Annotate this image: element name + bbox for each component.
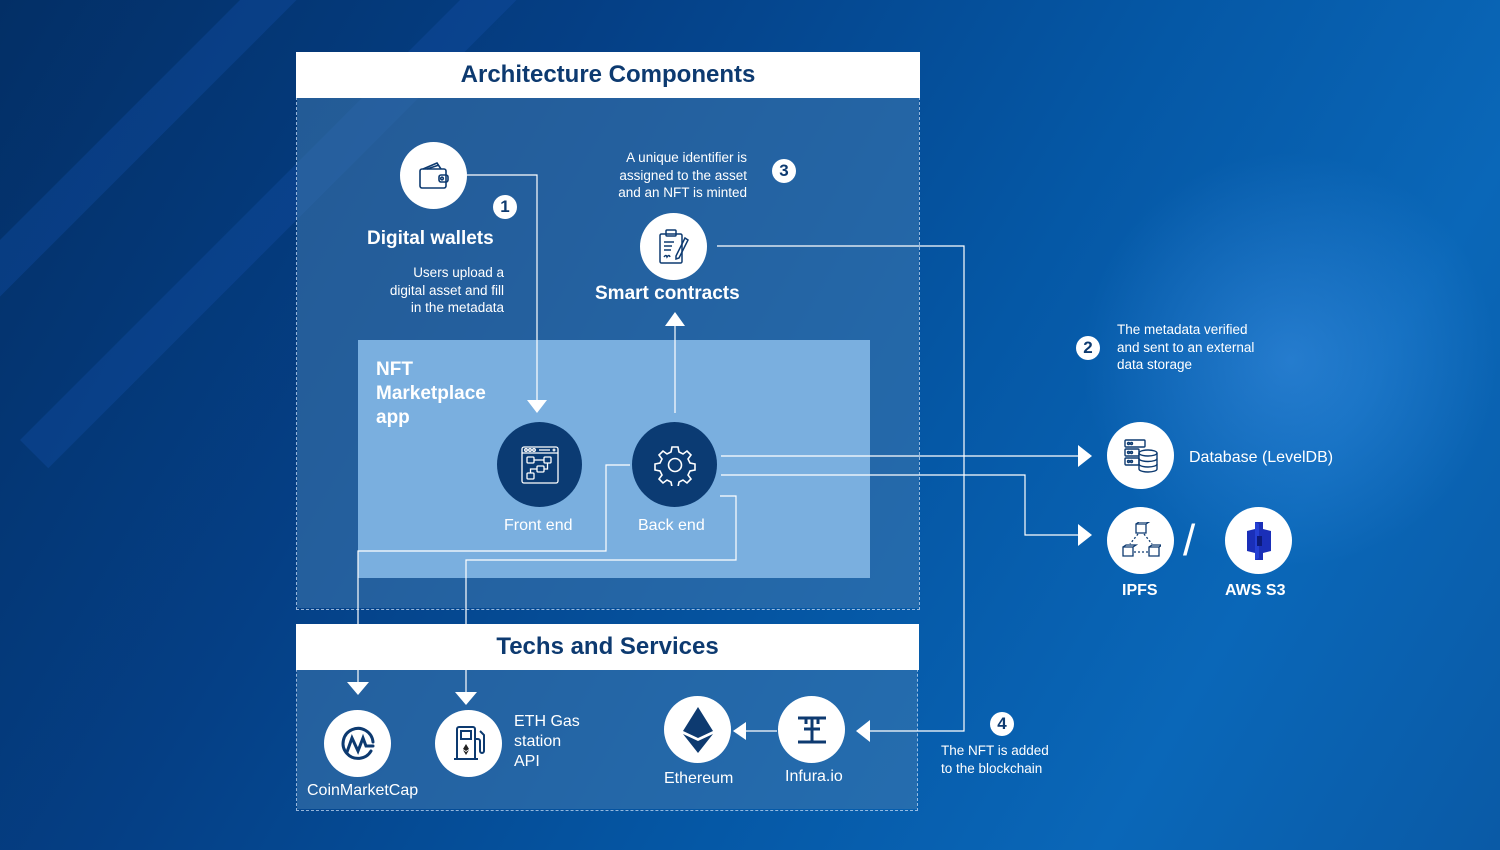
contract-clipboard-icon (658, 228, 689, 264)
description-line: to the blockchain (941, 760, 1043, 776)
description-line: The NFT is added (941, 743, 1049, 758)
database-node[interactable] (1107, 422, 1174, 489)
digital-wallets-node[interactable] (400, 142, 467, 209)
description-line: data storage (1117, 357, 1193, 372)
digital-wallets-label: Digital wallets (367, 228, 494, 249)
description-line: and an NFT is minted (618, 185, 747, 200)
infura-logo-icon (797, 716, 826, 743)
frontend-window-icon (520, 445, 559, 484)
step-2-description: The metadata verified and sent to an ext… (1117, 321, 1254, 374)
arrow-ipfs (1078, 524, 1092, 546)
step-number: 1 (500, 197, 510, 216)
step-number: 4 (997, 714, 1007, 733)
front-end-label: Front end (504, 517, 573, 534)
label-line: ETH Gas (514, 713, 580, 730)
gear-icon (653, 445, 696, 486)
description-line: Users upload a (413, 265, 504, 280)
connector-backend-coinmarketcap (357, 464, 630, 682)
step-number: 2 (1083, 338, 1093, 357)
eth-gas-station-label: ETH Gas station API (514, 712, 580, 772)
eth-gas-station-node[interactable] (435, 710, 502, 777)
step-4-badge: 4 (990, 712, 1014, 736)
description-line: A unique identifier is (626, 150, 747, 165)
arrow-contracts (665, 312, 685, 326)
smart-contracts-label: Smart contracts (595, 283, 740, 304)
aws-s3-bucket-icon (1246, 521, 1271, 560)
ipfs-node[interactable] (1107, 507, 1174, 574)
ethereum-logo-icon (682, 706, 713, 753)
description-line: assigned to the asset (619, 167, 747, 183)
step-4-description: The NFT is added to the blockchain (941, 742, 1049, 777)
arrow-frontend (527, 400, 547, 413)
arrow-ethereum (733, 722, 746, 740)
database-server-icon (1123, 438, 1158, 473)
coinmarketcap-node[interactable] (324, 710, 391, 777)
smart-contracts-node[interactable] (640, 213, 707, 280)
arrow-database (1078, 445, 1092, 467)
back-end-label: Back end (638, 517, 705, 534)
storage-separator: / (1183, 516, 1196, 565)
connector-contracts-infura (717, 245, 965, 732)
step-1-description: Users upload a digital asset and fill in… (354, 264, 504, 317)
gas-pump-icon (453, 725, 485, 760)
description-line: in the metadata (410, 300, 504, 315)
description-line: The metadata verified (1117, 322, 1248, 337)
arrow-ethgas (455, 692, 477, 705)
description-line: and sent to an external (1117, 339, 1255, 355)
wallet-icon (418, 161, 449, 189)
step-2-badge: 2 (1076, 336, 1100, 360)
step-number: 3 (779, 161, 789, 180)
connector-lines (347, 174, 1092, 742)
ipfs-label: IPFS (1122, 582, 1158, 599)
description-line: digital asset and fill (389, 282, 504, 298)
coinmarketcap-logo-icon (341, 726, 374, 760)
infura-label: Infura.io (785, 768, 843, 785)
arrow-coinmarketcap (347, 682, 369, 695)
back-end-node[interactable] (632, 422, 717, 507)
label-line: station (514, 733, 562, 750)
step-1-badge: 1 (493, 195, 517, 219)
aws-s3-node[interactable] (1225, 507, 1292, 574)
connector-backend-ipfs (721, 474, 1078, 536)
arrow-infura (856, 720, 870, 742)
infura-node[interactable] (778, 696, 845, 763)
coinmarketcap-label: CoinMarketCap (307, 782, 419, 799)
aws-s3-label: AWS S3 (1225, 582, 1286, 599)
database-label: Database (LevelDB) (1189, 449, 1334, 466)
ethereum-node[interactable] (664, 696, 731, 763)
step-3-description: A unique identifier is assigned to the a… (577, 149, 747, 202)
ethereum-label: Ethereum (664, 770, 734, 787)
label-line: API (514, 753, 540, 770)
front-end-node[interactable] (497, 422, 582, 507)
step-3-badge: 3 (772, 159, 796, 183)
ipfs-blocks-icon (1121, 521, 1161, 557)
